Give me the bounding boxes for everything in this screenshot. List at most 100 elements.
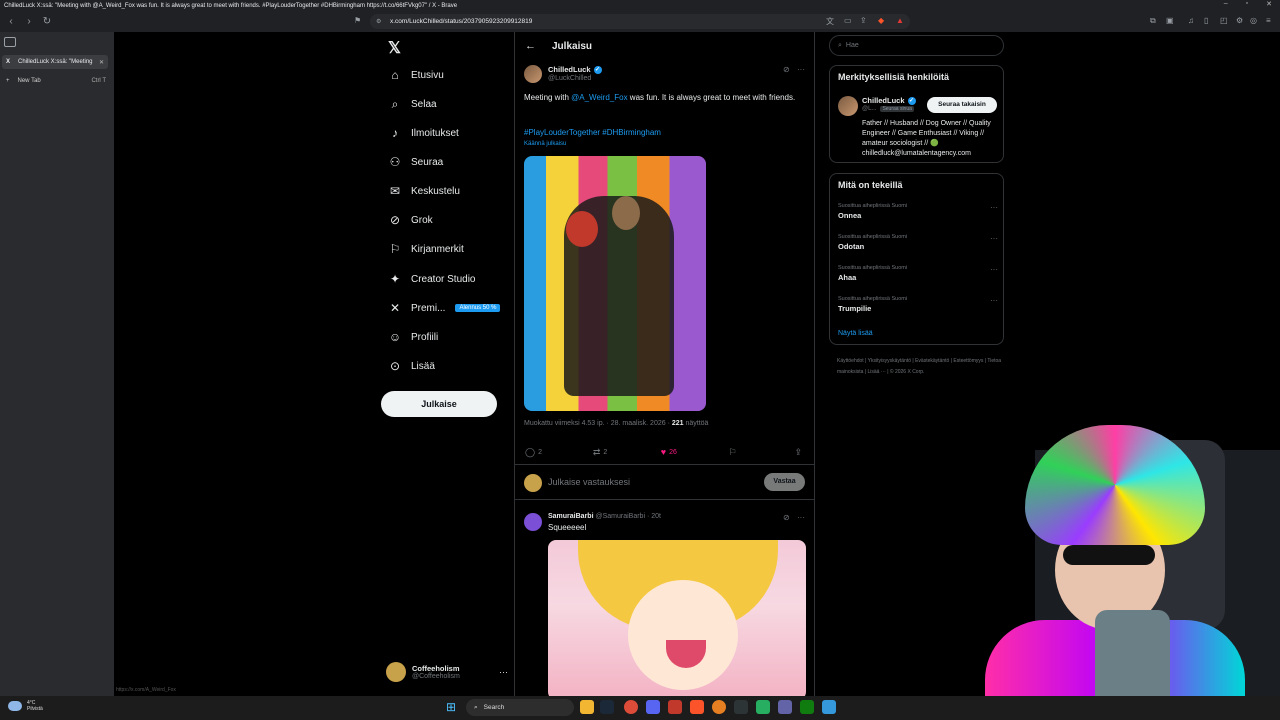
more-dots-icon[interactable]: ···	[797, 513, 805, 522]
nav-item-notifications[interactable]: ♪ Ilmoitukset	[388, 123, 459, 143]
trend-item[interactable]: Suosittua aiheplirissä Suomi Onnea ···	[838, 203, 998, 220]
tab-active[interactable]: X ChilledLuck X:ssä: "Meeting ✕	[2, 55, 108, 69]
like-action[interactable]: ♥ 26	[661, 445, 729, 459]
user-handle: @L...	[862, 106, 877, 112]
search-input[interactable]: ⌕ Hae	[829, 35, 1004, 56]
menu-icon[interactable]: ≡	[1266, 16, 1271, 25]
reload-icon[interactable]: ↻	[40, 15, 54, 29]
more-dots-icon[interactable]: ···	[797, 65, 805, 74]
reply-button[interactable]: Vastaa	[764, 473, 805, 491]
brave-rewards-icon[interactable]: ▲	[896, 16, 904, 25]
maximize-icon[interactable]: ▫	[1246, 0, 1248, 8]
close-icon[interactable]: ✕	[1266, 0, 1272, 8]
suggested-user-name[interactable]: ChilledLuck ✓	[862, 96, 916, 105]
nav-item-follow[interactable]: ⚇ Seuraa	[388, 152, 444, 172]
reply-input[interactable]: Julkaise vastauksesi	[548, 477, 630, 487]
back-arrow-icon[interactable]: ←	[525, 40, 536, 52]
repost-count: 2	[603, 448, 608, 456]
nav-item-bookmarks[interactable]: ⚐ Kirjanmerkit	[388, 239, 464, 259]
hashtag-links[interactable]: #PlayLouderTogether #DHBirmingham	[524, 128, 661, 137]
app-icon[interactable]	[822, 700, 836, 714]
grok-explain-icon[interactable]: ⊘	[783, 513, 790, 522]
extensions-icon[interactable]: ⧉	[1150, 16, 1156, 26]
sidebar-toggle-icon[interactable]: ▯	[1204, 16, 1208, 25]
nav-item-profile[interactable]: ☺ Profiili	[388, 327, 438, 347]
account-switcher[interactable]: Coffeeholism @Coffeeholism ···	[386, 662, 508, 682]
music-icon[interactable]: ♫	[1188, 16, 1194, 25]
reply-author-avatar[interactable]	[524, 513, 542, 531]
repost-action[interactable]: ⇄ 2	[593, 445, 661, 459]
app-icon[interactable]	[734, 700, 748, 714]
nav-item-premium[interactable]: ✕ Premi... Alennus 50 %	[388, 298, 501, 318]
tweet-author-handle[interactable]: @LuckChilled	[548, 75, 591, 82]
follow-back-button[interactable]: Seuraa takaisin	[927, 97, 997, 113]
back-arrow-icon[interactable]: ‹	[4, 15, 18, 29]
bookmark-page-icon[interactable]: ⚑	[354, 16, 361, 25]
nav-item-messages[interactable]: ✉ Keskustelu	[388, 181, 460, 201]
reply-gif[interactable]	[548, 540, 806, 696]
taskbar-search[interactable]: ⌕ Search	[466, 699, 574, 716]
brave-shields-icon[interactable]: ◆	[878, 16, 884, 25]
minimize-icon[interactable]: –	[1224, 0, 1228, 8]
trend-item[interactable]: Suosittua aiheplirissä Suomi Trumpilie ·…	[838, 296, 998, 313]
settings-icon[interactable]: ⚙	[1236, 16, 1243, 25]
card-title: Mitä on tekeillä	[838, 180, 903, 190]
tab-close-icon[interactable]: ✕	[99, 59, 104, 66]
wallet-icon[interactable]: ▣	[1166, 16, 1174, 25]
show-more-link[interactable]: Näytä lisää	[838, 330, 873, 337]
translate-icon[interactable]: 文	[826, 16, 834, 27]
reply-action[interactable]: ◯ 2	[525, 445, 593, 459]
bookmark-action[interactable]: ⚐	[729, 445, 795, 459]
steam-icon[interactable]	[600, 700, 614, 714]
file-explorer-icon[interactable]	[580, 700, 594, 714]
tab-rail-toggle-icon[interactable]	[4, 37, 16, 47]
app-icon[interactable]	[756, 700, 770, 714]
tweet-photo[interactable]	[524, 156, 706, 411]
suggested-user-handle: @L... Seuraa sinua	[862, 106, 914, 112]
vpn-icon[interactable]: ◎	[1250, 16, 1257, 25]
trend-item[interactable]: Suosittua aiheplirissä Suomi Ahaa ···	[838, 265, 998, 282]
post-button[interactable]: Julkaise	[381, 391, 497, 417]
main-column: ← Julkaisu ChilledLuck ✓ @LuckChilled ⊘ …	[514, 32, 815, 696]
grok-explain-icon[interactable]: ⊘	[783, 65, 790, 74]
card-title: Merkityksellisiä henkilöitä	[838, 72, 950, 82]
new-tab-button[interactable]: + New Tab Ctrl T	[6, 78, 106, 84]
more-dots-icon[interactable]: ···	[990, 203, 998, 212]
avatar[interactable]	[838, 96, 858, 116]
app-icon[interactable]	[668, 700, 682, 714]
share-action[interactable]: ⇪	[794, 445, 805, 459]
brave-icon[interactable]	[690, 700, 704, 714]
site-info-icon[interactable]: ⚙	[376, 18, 384, 25]
share-icon[interactable]: ⇪	[860, 16, 867, 25]
tweet-author-avatar[interactable]	[524, 65, 542, 83]
tweet-author-name[interactable]: ChilledLuck ✓	[548, 65, 602, 74]
nav-item-home[interactable]: ⌂ Etusivu	[388, 65, 443, 85]
weather-widget[interactable]: 4°C Pilvistä	[8, 700, 43, 712]
nav-item-explore[interactable]: ⌕ Selaa	[388, 94, 437, 114]
chrome-icon[interactable]	[624, 700, 638, 714]
nav-item-more[interactable]: ⊙ Lisää	[388, 356, 435, 376]
mention-link[interactable]: @A_Weird_Fox	[571, 93, 627, 102]
like-count: 26	[669, 448, 677, 456]
nav-item-grok[interactable]: ⊘ Grok	[388, 210, 433, 230]
more-dots-icon[interactable]: ···	[990, 234, 998, 243]
trend-item[interactable]: Suosittua aiheplirissä Suomi Odotan ···	[838, 234, 998, 251]
more-dots-icon[interactable]: ···	[499, 667, 508, 677]
more-dots-icon[interactable]: ···	[990, 265, 998, 274]
screenshot-icon[interactable]: ◰	[1220, 16, 1228, 25]
footer-links[interactable]: Käyttöehdot | Yksityisyyskäytäntö | Eväs…	[837, 356, 1007, 378]
x-logo-icon[interactable]: 𝕏	[388, 38, 401, 58]
forward-arrow-icon[interactable]: ›	[22, 15, 36, 29]
cast-icon[interactable]: ▭	[844, 16, 852, 25]
discord-icon[interactable]	[646, 700, 660, 714]
windows-start-icon[interactable]: ⊞	[446, 701, 458, 713]
reply-author-line[interactable]: SamuraiBarbi @SamuraiBarbi · 20t	[548, 513, 661, 520]
tab-title: ChilledLuck X:ssä: "Meeting	[18, 59, 93, 65]
xbox-icon[interactable]	[800, 700, 814, 714]
more-dots-icon[interactable]: ···	[990, 296, 998, 305]
who-to-follow-card: Merkityksellisiä henkilöitä ChilledLuck …	[829, 65, 1004, 163]
teams-icon[interactable]	[778, 700, 792, 714]
nav-item-creator-studio[interactable]: ✦ Creator Studio	[388, 269, 476, 289]
translate-link[interactable]: Käännä julkaisu	[524, 141, 566, 147]
browser-icon[interactable]	[712, 700, 726, 714]
